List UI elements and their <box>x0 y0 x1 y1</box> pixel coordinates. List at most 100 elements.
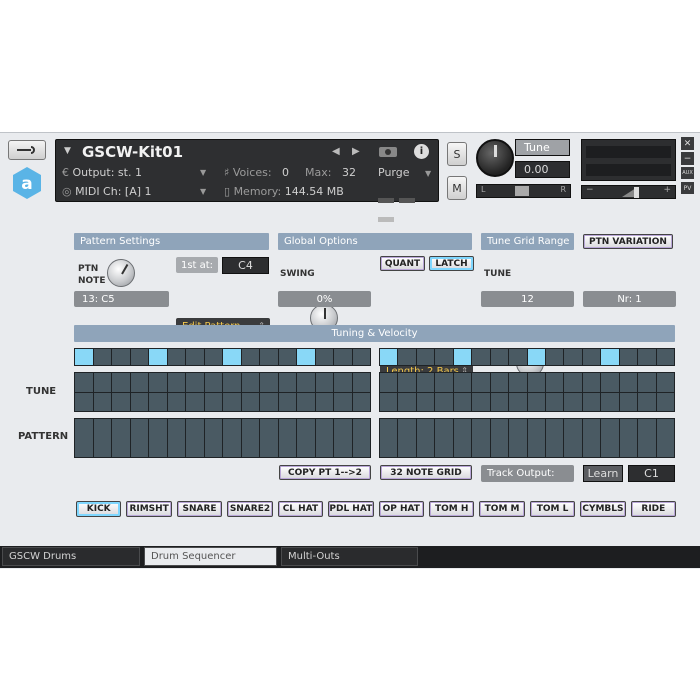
volume-handle[interactable] <box>634 187 639 198</box>
pattern-cell[interactable] <box>416 419 435 457</box>
pattern-cell[interactable] <box>167 419 185 457</box>
step-cell[interactable] <box>435 349 453 365</box>
midi-dropdown-icon[interactable]: ▼ <box>200 187 206 196</box>
pattern-cell[interactable] <box>453 419 472 457</box>
first-at-value[interactable]: C4 <box>222 257 269 274</box>
drum-button-pdl-hat[interactable]: PDL HAT <box>328 501 374 517</box>
midi-row[interactable]: ◎ MIDI Ch: [A] 1 <box>62 185 152 198</box>
step-cell[interactable] <box>130 349 148 365</box>
drum-button-tom-l[interactable]: TOM L <box>529 501 576 517</box>
collapse-arrow-icon[interactable]: ▼ <box>64 146 71 156</box>
pattern-cell[interactable] <box>527 419 545 457</box>
pattern-cell[interactable] <box>315 419 333 457</box>
step-cell[interactable] <box>223 349 241 365</box>
swing-value[interactable]: 0% <box>278 291 371 307</box>
drum-button-cymbls[interactable]: CYMBLS <box>580 501 626 517</box>
step-cell[interactable] <box>545 349 564 365</box>
step-cell[interactable] <box>278 349 296 365</box>
step-cell[interactable] <box>472 349 490 365</box>
track-output-label[interactable]: Track Output: <box>481 465 574 482</box>
drum-button-cl-hat[interactable]: CL HAT <box>277 501 324 517</box>
pattern-grid-left[interactable] <box>74 418 371 458</box>
drum-button-tom-m[interactable]: TOM M <box>479 501 525 517</box>
step-cell[interactable] <box>453 349 472 365</box>
ptn-note-value[interactable]: 13: C5 <box>74 291 169 307</box>
pattern-cell[interactable] <box>334 419 352 457</box>
step-cell[interactable] <box>260 349 278 365</box>
pattern-cell[interactable] <box>656 419 674 457</box>
pattern-cell[interactable] <box>297 419 315 457</box>
pattern-cell[interactable] <box>130 419 148 457</box>
prev-instrument-icon[interactable]: ◀ <box>332 146 340 157</box>
output-row[interactable]: € Output: st. 1 <box>62 166 142 179</box>
pan-handle[interactable] <box>515 186 529 196</box>
tune-grid-value[interactable]: 12 <box>481 291 574 307</box>
pv-button[interactable]: PV <box>681 182 694 194</box>
pattern-cell[interactable] <box>93 419 111 457</box>
step-cell[interactable] <box>297 349 315 365</box>
tab-drum-sequencer[interactable]: Drum Sequencer <box>144 547 277 566</box>
mute-button[interactable]: M <box>447 176 467 200</box>
pattern-cell[interactable] <box>601 419 619 457</box>
purge-menu[interactable]: Purge ▼ <box>378 166 431 179</box>
step-cell[interactable] <box>656 349 674 365</box>
ptn-variation-value[interactable]: Nr: 1 <box>583 291 676 307</box>
pattern-cell[interactable] <box>509 419 527 457</box>
step-cell[interactable] <box>582 349 601 365</box>
tab-multi-outs[interactable]: Multi-Outs <box>281 547 418 566</box>
ptn-variation-button[interactable]: PTN VARIATION <box>583 234 673 249</box>
pattern-grid-right[interactable] <box>379 418 675 458</box>
ptn-note-knob[interactable] <box>107 259 135 287</box>
info-icon[interactable]: i <box>414 144 429 159</box>
step-cell[interactable] <box>564 349 582 365</box>
tune-knob[interactable] <box>476 139 514 177</box>
camera-icon[interactable] <box>378 143 400 159</box>
pattern-cell[interactable] <box>112 419 130 457</box>
step-cell[interactable] <box>149 349 167 365</box>
step-cell[interactable] <box>186 349 204 365</box>
instrument-name[interactable]: GSCW-Kit01 <box>82 143 183 161</box>
step-cell[interactable] <box>315 349 333 365</box>
pattern-cell[interactable] <box>472 419 490 457</box>
step-cell[interactable] <box>380 349 398 365</box>
tab-gscw-drums[interactable]: GSCW Drums <box>2 547 140 566</box>
aux-button[interactable]: AUX <box>681 167 694 179</box>
step-cell[interactable] <box>619 349 638 365</box>
next-instrument-icon[interactable]: ▶ <box>352 146 360 157</box>
pattern-cell[interactable] <box>380 419 398 457</box>
output-dropdown-icon[interactable]: ▼ <box>200 168 206 177</box>
pattern-cell[interactable] <box>186 419 204 457</box>
drum-button-snare[interactable]: SNARE <box>176 501 223 517</box>
pattern-cell[interactable] <box>352 419 370 457</box>
close-icon[interactable]: ✕ <box>681 137 694 150</box>
pattern-cell[interactable] <box>398 419 416 457</box>
pan-slider[interactable]: L R <box>476 184 571 198</box>
minimize-icon[interactable]: − <box>681 152 694 165</box>
copy-pattern-button[interactable]: COPY PT 1-->2 <box>279 465 371 480</box>
step-cell[interactable] <box>112 349 130 365</box>
step-cell[interactable] <box>352 349 370 365</box>
step-cell[interactable] <box>204 349 222 365</box>
drum-button-ride[interactable]: RIDE <box>630 501 677 517</box>
pattern-cell[interactable] <box>490 419 509 457</box>
quant-button[interactable]: QUANT <box>380 256 425 271</box>
pattern-cell[interactable] <box>204 419 222 457</box>
pattern-cell[interactable] <box>149 419 167 457</box>
pattern-cell[interactable] <box>545 419 564 457</box>
drum-button-kick[interactable]: KICK <box>76 501 122 517</box>
pattern-cell[interactable] <box>435 419 453 457</box>
pattern-cell[interactable] <box>75 419 93 457</box>
max-row[interactable]: Max: 32 <box>305 166 356 179</box>
drum-button-op-hat[interactable]: OP HAT <box>378 501 424 517</box>
step-cell[interactable] <box>241 349 259 365</box>
pattern-cell[interactable] <box>223 419 241 457</box>
step-cell[interactable] <box>509 349 527 365</box>
step-cell[interactable] <box>398 349 416 365</box>
step-cell[interactable] <box>638 349 656 365</box>
drum-button-rimsht[interactable]: RIMSHT <box>126 501 172 517</box>
latch-button[interactable]: LATCH <box>429 256 474 271</box>
pattern-cell[interactable] <box>278 419 296 457</box>
wrench-icon[interactable] <box>8 140 46 160</box>
pattern-cell[interactable] <box>564 419 582 457</box>
step-cell[interactable] <box>527 349 545 365</box>
